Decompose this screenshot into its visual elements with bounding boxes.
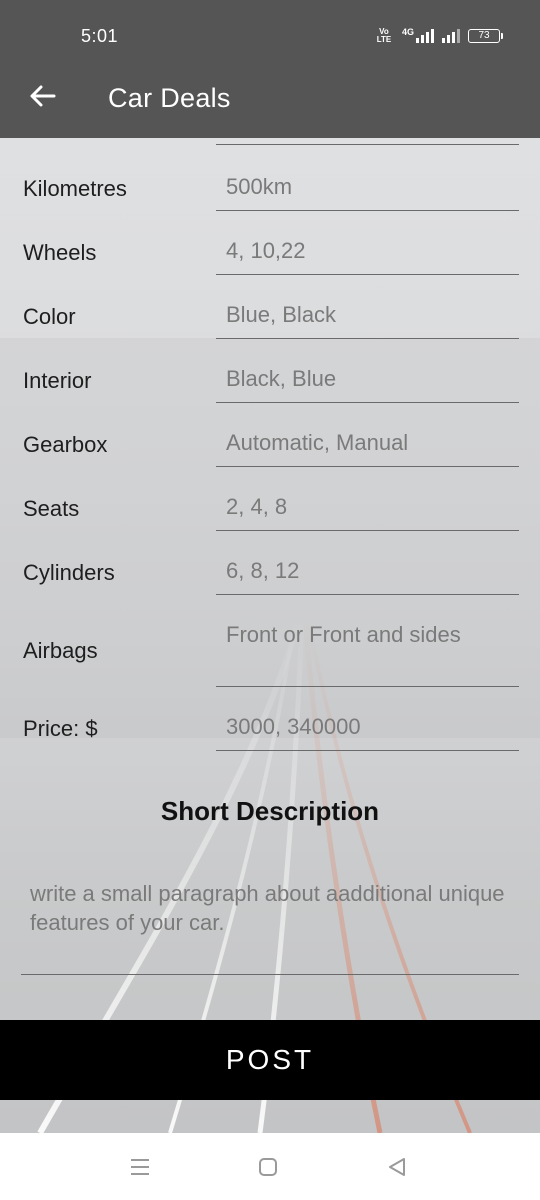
page-title: Car Deals [108, 83, 231, 113]
color-placeholder: Blue, Black [226, 302, 337, 327]
home-button[interactable] [256, 1155, 280, 1179]
square-icon [259, 1158, 277, 1176]
interior-label: Interior [23, 368, 92, 393]
airbags-placeholder: Front or Front and sides [226, 622, 461, 647]
system-nav-bar [0, 1133, 540, 1200]
arrow-left-icon [30, 85, 56, 107]
kilometres-input[interactable]: 500km [216, 168, 519, 211]
airbags-label: Airbags [23, 638, 98, 663]
seats-placeholder: 2, 4, 8 [226, 494, 288, 519]
volte-icon: Vo LTE [376, 27, 392, 44]
airbags-input[interactable]: Front or Front and sides [216, 616, 519, 687]
network-type-label: 4G [401, 27, 414, 37]
triangle-back-icon [389, 1158, 405, 1176]
gearbox-placeholder: Automatic, Manual [226, 430, 409, 455]
color-label: Color [23, 304, 76, 329]
wheels-input[interactable]: 4, 10,22 [216, 232, 519, 275]
status-time: 5:01 [81, 26, 119, 46]
gearbox-input[interactable]: Automatic, Manual [216, 424, 519, 467]
menu-lines-icon [131, 1159, 149, 1175]
gearbox-label: Gearbox [23, 432, 108, 457]
recent-apps-button[interactable] [128, 1155, 152, 1179]
cylinders-label: Cylinders [23, 560, 115, 585]
system-back-button[interactable] [385, 1155, 409, 1179]
seats-label: Seats [23, 496, 80, 521]
signal-strength-icon [416, 29, 434, 43]
kilometres-label: Kilometres [23, 176, 127, 201]
color-input[interactable]: Blue, Black [216, 296, 519, 339]
status-icons: Vo LTE 4G 73 [374, 26, 503, 46]
wheels-placeholder: 4, 10,22 [226, 238, 306, 263]
cylinders-input[interactable]: 6, 8, 12 [216, 552, 519, 595]
form-container[interactable]: Kilometres 500km Wheels 4, 10,22 Color Blue, … [0, 138, 540, 1133]
price-input[interactable]: 3000, 340000 [216, 708, 519, 751]
description-input[interactable]: write a small paragraph about aadditiona… [21, 874, 519, 975]
app-bar: Car Deals [0, 58, 540, 138]
status-bar: 5:01 Vo LTE 4G 73 [0, 0, 540, 58]
seats-input[interactable]: 2, 4, 8 [216, 488, 519, 531]
short-description-heading: Short Description [160, 796, 380, 826]
wheels-label: Wheels [23, 240, 97, 265]
signal-strength-icon-secondary [442, 29, 460, 43]
interior-placeholder: Black, Blue [226, 366, 337, 391]
kilometres-placeholder: 500km [226, 174, 293, 199]
post-button[interactable]: POST [0, 1020, 540, 1100]
previous-field-underline [216, 144, 519, 145]
cylinders-placeholder: 6, 8, 12 [226, 558, 300, 583]
price-label: Price: $ [23, 716, 98, 741]
back-button[interactable] [22, 76, 62, 116]
battery-icon: 73 [468, 29, 503, 43]
description-placeholder: write a small paragraph about aadditiona… [30, 881, 505, 935]
interior-input[interactable]: Black, Blue [216, 360, 519, 403]
price-placeholder: 3000, 340000 [226, 714, 361, 739]
